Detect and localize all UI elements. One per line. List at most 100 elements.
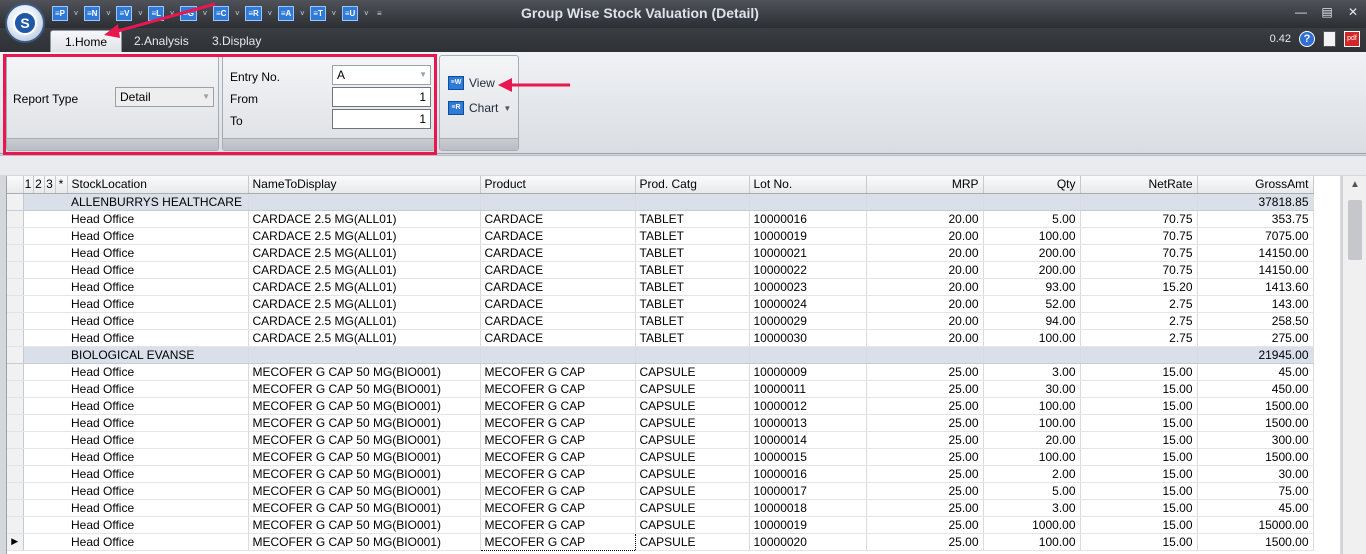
table-row[interactable]: Head Office MECOFER G CAP 50 MG(BIO001) ME…	[7, 363, 1314, 381]
cell-lot-no[interactable]: 10000013	[749, 414, 867, 432]
cell-qty[interactable]: 200.00	[983, 261, 1081, 279]
cell-qty[interactable]: 100.00	[983, 533, 1081, 551]
cell-qty[interactable]: 100.00	[983, 397, 1081, 415]
group-row[interactable]: BIOLOGICAL EVANSE 21945.00	[7, 346, 1314, 364]
table-row[interactable]: Head Office MECOFER G CAP 50 MG(BIO001) ME…	[7, 380, 1314, 398]
cell-grossamt[interactable]: 30.00	[1197, 465, 1314, 483]
row-header[interactable]	[7, 516, 24, 534]
cell-grossamt[interactable]: 14150.00	[1197, 261, 1314, 279]
cell-stocklocation[interactable]: Head Office	[67, 533, 249, 551]
chevron-down-icon[interactable]: ˅	[135, 9, 145, 18]
cell-mrp[interactable]: 20.00	[866, 227, 984, 245]
cell-qty[interactable]: 20.00	[983, 431, 1081, 449]
group-level-all[interactable]: *	[55, 176, 68, 194]
cell-nametodisplay[interactable]: MECOFER G CAP 50 MG(BIO001)	[248, 465, 481, 483]
table-row[interactable]: Head Office CARDACE 2.5 MG(ALL01) CARDACE T…	[7, 278, 1314, 296]
chevron-down-icon[interactable]: ˅	[265, 9, 275, 18]
cell-product[interactable]: CARDACE	[480, 295, 636, 313]
group-level-2[interactable]: 2	[33, 176, 45, 194]
cell-product[interactable]: CARDACE	[480, 312, 636, 330]
cell-stocklocation[interactable]: Head Office	[67, 414, 249, 432]
row-header[interactable]	[7, 193, 24, 211]
cell-product[interactable]: MECOFER G CAP	[480, 465, 636, 483]
group-level-3[interactable]: 3	[44, 176, 56, 194]
cell-prod-catg[interactable]: CAPSULE	[635, 516, 750, 534]
col-header-qty[interactable]: Qty	[983, 176, 1081, 194]
chevron-down-icon[interactable]: ˅	[103, 9, 113, 18]
cell-lot-no[interactable]: 10000019	[749, 516, 867, 534]
cell-mrp[interactable]: 25.00	[866, 516, 984, 534]
row-header[interactable]	[7, 210, 24, 228]
cell-grossamt[interactable]: 353.75	[1197, 210, 1314, 228]
cell-product[interactable]: MECOFER G CAP	[480, 448, 636, 466]
cell-prod-catg[interactable]: CAPSULE	[635, 448, 750, 466]
report-u-icon[interactable]: ≡U	[341, 6, 359, 21]
cell-nametodisplay[interactable]: MECOFER G CAP 50 MG(BIO001)	[248, 482, 481, 500]
col-header-stocklocation[interactable]: StockLocation	[67, 176, 249, 194]
cell-mrp[interactable]: 25.00	[866, 533, 984, 551]
cell-grossamt[interactable]: 1500.00	[1197, 533, 1314, 551]
col-header-nametodisplay[interactable]: NameToDisplay	[248, 176, 481, 194]
cell-lot-no[interactable]: 10000017	[749, 482, 867, 500]
report-a-icon[interactable]: ≡A	[277, 6, 295, 21]
cell-qty[interactable]: 3.00	[983, 363, 1081, 381]
cell-grossamt[interactable]: 1413.60	[1197, 278, 1314, 296]
cell-qty[interactable]: 100.00	[983, 329, 1081, 347]
cell-mrp[interactable]: 25.00	[866, 499, 984, 517]
cell-prod-catg[interactable]: CAPSULE	[635, 431, 750, 449]
cell-nametodisplay[interactable]: MECOFER G CAP 50 MG(BIO001)	[248, 448, 481, 466]
row-header[interactable]	[7, 414, 24, 432]
cell-qty[interactable]: 94.00	[983, 312, 1081, 330]
cell-mrp[interactable]: 20.00	[866, 261, 984, 279]
scroll-up-icon[interactable]: ▲	[1343, 176, 1366, 194]
group-row[interactable]: ALLENBURRYS HEALTHCARE 37818.85	[7, 193, 1314, 211]
view-button[interactable]: ≡W View	[448, 76, 495, 90]
cell-stocklocation[interactable]: Head Office	[67, 329, 249, 347]
cell-prod-catg[interactable]: TABLET	[635, 295, 750, 313]
cell-stocklocation[interactable]: Head Office	[67, 363, 249, 381]
cell-prod-catg[interactable]: CAPSULE	[635, 465, 750, 483]
cell-stocklocation[interactable]: Head Office	[67, 244, 249, 262]
cell-prod-catg[interactable]: TABLET	[635, 278, 750, 296]
table-row[interactable]: Head Office CARDACE 2.5 MG(ALL01) CARDACE T…	[7, 244, 1314, 262]
cell-nametodisplay[interactable]: CARDACE 2.5 MG(ALL01)	[248, 261, 481, 279]
cell-mrp[interactable]: 25.00	[866, 448, 984, 466]
cell-prod-catg[interactable]: CAPSULE	[635, 499, 750, 517]
cell-grossamt[interactable]: 45.00	[1197, 363, 1314, 381]
row-header[interactable]: ▶	[7, 533, 24, 551]
chevron-down-icon[interactable]: ˅	[200, 9, 210, 18]
cell-qty[interactable]: 100.00	[983, 227, 1081, 245]
cell-netrate[interactable]: 70.75	[1080, 227, 1198, 245]
cell-netrate[interactable]: 15.00	[1080, 397, 1198, 415]
cell-netrate[interactable]: 15.00	[1080, 533, 1198, 551]
cell-nametodisplay[interactable]: CARDACE 2.5 MG(ALL01)	[248, 210, 481, 228]
report-g-icon[interactable]: ≡G	[180, 6, 197, 21]
cell-nametodisplay[interactable]: CARDACE 2.5 MG(ALL01)	[248, 329, 481, 347]
scrollbar-thumb[interactable]	[1348, 200, 1362, 260]
table-row[interactable]: Head Office CARDACE 2.5 MG(ALL01) CARDACE T…	[7, 227, 1314, 245]
row-header[interactable]	[7, 295, 24, 313]
chevron-down-icon[interactable]: ˅	[232, 9, 242, 18]
tab-home[interactable]: 1.Home	[50, 30, 123, 52]
table-row[interactable]: Head Office CARDACE 2.5 MG(ALL01) CARDACE T…	[7, 329, 1314, 347]
cell-stocklocation[interactable]: Head Office	[67, 380, 249, 398]
chevron-down-icon[interactable]: ˅	[329, 9, 339, 18]
help-icon[interactable]: ?	[1299, 31, 1315, 47]
customize-toolbar-icon[interactable]: ≡	[374, 9, 384, 18]
cell-prod-catg[interactable]: CAPSULE	[635, 363, 750, 381]
cell-product[interactable]: MECOFER G CAP	[480, 431, 636, 449]
cell-netrate[interactable]: 2.75	[1080, 312, 1198, 330]
cell-netrate[interactable]: 15.00	[1080, 431, 1198, 449]
minimize-icon[interactable]: —	[1294, 5, 1308, 19]
cell-mrp[interactable]: 20.00	[866, 210, 984, 228]
cell-netrate[interactable]: 70.75	[1080, 261, 1198, 279]
cell-mrp[interactable]: 25.00	[866, 414, 984, 432]
chevron-down-icon[interactable]: ˅	[167, 9, 177, 18]
report-n-icon[interactable]: ≡N	[84, 6, 101, 21]
cell-netrate[interactable]: 15.00	[1080, 516, 1198, 534]
cell-product[interactable]: MECOFER G CAP	[480, 397, 636, 415]
report-type-combo[interactable]: Detail ▼	[115, 87, 214, 107]
table-row[interactable]: Head Office MECOFER G CAP 50 MG(BIO001) ME…	[7, 482, 1314, 500]
cell-qty[interactable]: 52.00	[983, 295, 1081, 313]
cell-mrp[interactable]: 20.00	[866, 312, 984, 330]
